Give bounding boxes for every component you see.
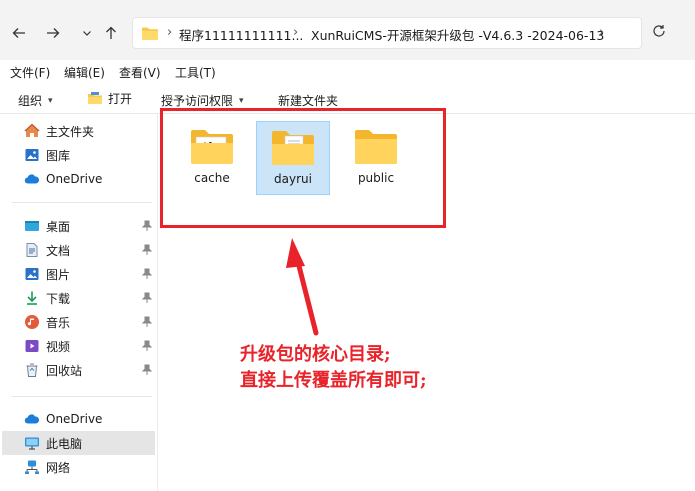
nav-item-documents[interactable]: 文档 (2, 238, 155, 262)
nav-label-home: 主文件夹 (46, 124, 95, 139)
nav-label-documents: 文档 (46, 243, 71, 258)
pin-icon[interactable] (142, 364, 152, 376)
back-button[interactable] (8, 22, 30, 44)
chevron-down-icon: ▾ (239, 95, 244, 106)
gallery-icon (24, 147, 40, 163)
nav-label-downloads: 下载 (46, 291, 71, 306)
annotation-line-1: 升级包的核心目录; (240, 344, 391, 365)
home-icon (24, 123, 40, 139)
chevron-down-icon (83, 31, 91, 36)
picture-icon (24, 266, 40, 282)
document-icon (24, 242, 40, 258)
chevron-right-icon[interactable]: › (599, 25, 604, 40)
nav-label-onedrive: OneDrive (46, 412, 103, 426)
refresh-icon[interactable] (652, 24, 666, 38)
nav-label-recycle-bin: 回收站 (46, 363, 83, 378)
nav-label-pictures: 图片 (46, 267, 71, 282)
chevron-right-icon: › (167, 25, 173, 40)
video-icon (24, 338, 40, 354)
breadcrumb-parent[interactable]: 程序11111111111... (179, 25, 303, 44)
nav-label-onedrive-top: OneDrive (46, 172, 103, 186)
nav-item-desktop[interactable]: 桌面 (2, 214, 155, 238)
pin-icon[interactable] (142, 220, 152, 232)
pin-icon[interactable] (142, 268, 152, 280)
breadcrumb-current[interactable]: XunRuiCMS-开源框架升级包 -V4.6.3 -2024-06-13 (311, 25, 604, 44)
nav-label-network: 网络 (46, 460, 71, 475)
desktop-icon (24, 218, 40, 234)
menu-file[interactable]: 文件(F) (10, 64, 50, 81)
folder-icon (142, 27, 158, 40)
open-button[interactable]: 打开 (87, 90, 132, 107)
nav-item-home[interactable]: 主文件夹 (2, 119, 155, 143)
pin-icon[interactable] (142, 292, 152, 304)
nav-item-network[interactable]: 网络 (2, 455, 155, 479)
nav-item-downloads[interactable]: 下载 (2, 286, 155, 310)
grant-access-button[interactable]: 授予访问权限 ▾ (161, 92, 244, 109)
nav-item-videos[interactable]: 视频 (2, 334, 155, 358)
nav-label-music: 音乐 (46, 315, 71, 330)
chevron-right-icon: › (293, 25, 299, 40)
nav-label-desktop: 桌面 (46, 219, 71, 234)
open-folder-icon (88, 91, 102, 104)
cloud-icon (24, 411, 40, 427)
cloud-icon (24, 171, 40, 187)
nav-item-onedrive[interactable]: OneDrive (2, 407, 155, 431)
nav-label-this-pc: 此电脑 (46, 436, 83, 451)
grant-access-label: 授予访问权限 (161, 94, 234, 108)
annotation-highlight-box (160, 108, 446, 228)
music-icon (24, 314, 40, 330)
navigation-pane: 主文件夹 图库 OneDrive 桌面 文档 图片 下载 音乐 视频 回收站 O… (0, 114, 158, 491)
nav-item-this-pc[interactable]: 此电脑 (2, 431, 155, 455)
arrow-up-icon (106, 26, 116, 39)
download-icon (24, 290, 40, 306)
new-folder-label: 新建文件夹 (278, 94, 339, 108)
nav-item-pictures[interactable]: 图片 (2, 262, 155, 286)
computer-icon (24, 435, 40, 451)
menu-view[interactable]: 查看(V) (119, 64, 161, 81)
address-bar[interactable]: › 程序11111111111... › XunRuiCMS-开源框架升级包 -… (132, 17, 642, 49)
nav-item-recycle-bin[interactable]: 回收站 (2, 358, 155, 382)
nav-label-gallery: 图库 (46, 148, 71, 163)
organize-label: 组织 (18, 94, 43, 108)
up-button[interactable] (100, 22, 122, 44)
new-folder-button[interactable]: 新建文件夹 (278, 92, 338, 109)
nav-label-videos: 视频 (46, 339, 71, 354)
pin-icon[interactable] (142, 244, 152, 256)
pin-icon[interactable] (142, 316, 152, 328)
arrow-right-icon (47, 28, 60, 38)
pin-icon[interactable] (142, 340, 152, 352)
menu-tools[interactable]: 工具(T) (175, 64, 216, 81)
organize-button[interactable]: 组织 ▾ (18, 92, 53, 109)
network-icon (24, 459, 40, 475)
open-label: 打开 (108, 92, 133, 106)
address-row: › 程序11111111111... › XunRuiCMS-开源框架升级包 -… (0, 0, 695, 60)
forward-button[interactable] (42, 22, 64, 44)
nav-divider (12, 202, 152, 203)
nav-item-onedrive-top[interactable]: OneDrive (2, 167, 155, 191)
arrow-left-icon (12, 28, 25, 38)
nav-item-gallery[interactable]: 图库 (2, 143, 155, 167)
nav-divider (12, 396, 152, 397)
recent-locations-button[interactable] (76, 22, 98, 44)
menu-bar: 文件(F) 编辑(E) 查看(V) 工具(T) (0, 60, 695, 84)
annotation-line-2: 直接上传覆盖所有即可; (240, 370, 427, 391)
menu-edit[interactable]: 编辑(E) (64, 64, 105, 81)
chevron-down-icon: ▾ (48, 95, 53, 106)
nav-item-music[interactable]: 音乐 (2, 310, 155, 334)
annotation-text: 升级包的核心目录; 直接上传覆盖所有即可; (240, 342, 427, 394)
recycle-bin-icon (24, 362, 40, 378)
